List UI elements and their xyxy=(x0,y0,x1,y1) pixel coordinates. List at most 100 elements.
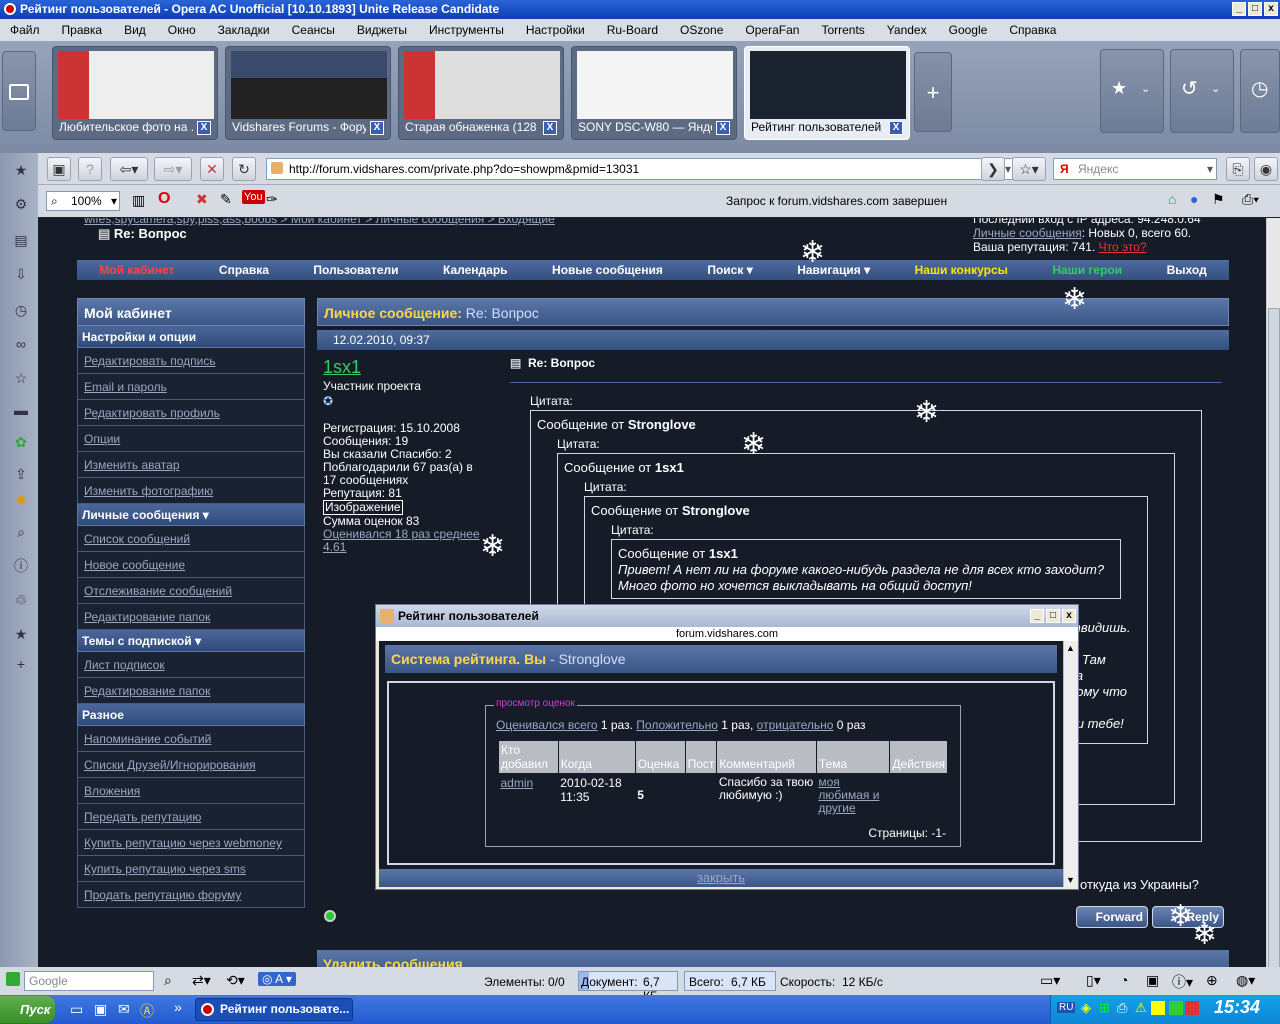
translate-icon[interactable]: ⇄▾ xyxy=(192,972,211,989)
popup-minimize-button[interactable]: _ xyxy=(1030,609,1044,623)
eye-icon[interactable]: ◉ xyxy=(1254,157,1278,181)
images-toggle-icon[interactable]: ▥ xyxy=(132,192,145,209)
sidebar-item-new-message[interactable]: Новое сообщение xyxy=(77,552,305,578)
plugin-panel-icon[interactable]: ✿ xyxy=(10,431,32,453)
minimize-button[interactable]: _ xyxy=(1232,2,1246,16)
language-indicator[interactable]: RU xyxy=(1057,1002,1076,1013)
scroll-down-icon[interactable]: ▼ xyxy=(1066,875,1075,885)
back-button[interactable]: ⇦▾ xyxy=(110,157,148,181)
sidebar-item-buy-rep-sms[interactable]: Купить репутацию через sms xyxy=(77,856,305,882)
star-panel-icon[interactable]: ★ xyxy=(10,623,32,645)
popup-close-button[interactable]: x xyxy=(1062,609,1076,623)
nav-calendar[interactable]: Календарь xyxy=(443,263,508,277)
forward-button[interactable]: Forward xyxy=(1076,906,1148,928)
help-icon[interactable]: ? xyxy=(78,157,102,181)
sidebar-item-attachments[interactable]: Вложения xyxy=(77,778,305,804)
info-panel-icon[interactable]: ⓘ xyxy=(10,555,32,577)
popup-scrollbar[interactable]: ▲ ▼ xyxy=(1063,641,1077,887)
chat-icon[interactable]: ● xyxy=(1190,191,1198,207)
globe-icon[interactable]: ◎ A ▾ xyxy=(258,972,296,986)
search-dropdown-icon[interactable]: ▾ xyxy=(1207,159,1213,179)
user-rated-link[interactable]: Оценивался 18 раз среднее xyxy=(323,528,503,541)
menu-google[interactable]: Google xyxy=(939,23,1000,37)
opera-unite-icon[interactable]: ⚑ xyxy=(1212,191,1225,208)
tray-icon-7[interactable] xyxy=(1185,1001,1199,1015)
tab-close-icon[interactable]: X xyxy=(889,121,903,135)
globe-status-icon[interactable]: ◍▾ xyxy=(1236,972,1255,989)
sidebar-item-change-photo[interactable]: Изменить фотографию xyxy=(77,478,305,504)
tray-icon-5[interactable] xyxy=(1151,1001,1165,1015)
sidebar-item-edit-folders[interactable]: Редактирование папок xyxy=(77,604,305,630)
window-icon[interactable]: ▭▾ xyxy=(1040,972,1060,989)
unite-panel-icon[interactable]: ✹ xyxy=(10,489,32,511)
sidebar-item-track-messages[interactable]: Отслеживание сообщений xyxy=(77,578,305,604)
forward-button[interactable]: ⇨▾ xyxy=(154,157,192,181)
sidebar-item-message-list[interactable]: Список сообщений xyxy=(77,526,305,552)
bookmarks-button[interactable]: ★ ⌄ xyxy=(1100,49,1164,133)
tray-icon-6[interactable] xyxy=(1169,1001,1183,1015)
turbo-icon[interactable]: ◔ xyxy=(1120,972,1128,988)
popup-maximize-button[interactable]: □ xyxy=(1046,609,1060,623)
row-who-link[interactable]: admin xyxy=(501,776,534,790)
menu-widgets[interactable]: Виджеты xyxy=(347,23,419,37)
search-panel-icon[interactable]: ⌕ xyxy=(10,521,32,543)
sidebar-item-change-avatar[interactable]: Изменить аватар xyxy=(77,452,305,478)
taskbar-item-opera[interactable]: Рейтинг пользовате... xyxy=(195,998,353,1021)
tab-close-icon[interactable]: X xyxy=(716,121,730,135)
panel-icon[interactable] xyxy=(6,972,20,986)
menu-view[interactable]: Вид xyxy=(114,23,158,37)
menu-oszone[interactable]: OSzone xyxy=(670,23,735,37)
nav-my-cabinet[interactable]: Мой кабинет xyxy=(99,263,174,277)
block-plugins-icon[interactable]: ✎ xyxy=(220,191,232,208)
go-button[interactable]: ❯ xyxy=(981,157,1005,181)
sidebar-item-buy-rep-webmoney[interactable]: Купить репутацию через webmoney xyxy=(77,830,305,856)
menu-tools[interactable]: Инструменты xyxy=(419,23,516,37)
nav-help[interactable]: Справка xyxy=(219,263,269,277)
home-icon[interactable]: ⌂ xyxy=(1168,191,1176,207)
start-button[interactable]: Пуск xyxy=(0,996,55,1023)
sidebar-item-give-reputation[interactable]: Передать репутацию xyxy=(77,804,305,830)
script-icon[interactable]: ▣ xyxy=(1146,972,1159,989)
sidebar-item-options[interactable]: Опции xyxy=(77,426,305,452)
nav-heroes[interactable]: Наши герои xyxy=(1052,263,1122,277)
row-topic-link[interactable]: моя любимая и другие xyxy=(818,775,879,815)
sidebar-section-private-messages[interactable]: Личные сообщения ▾ xyxy=(77,504,305,526)
nav-logout[interactable]: Выход xyxy=(1167,263,1207,277)
sidebar-item-event-reminders[interactable]: Напоминание событий xyxy=(77,726,305,752)
bookmarks-panel-icon[interactable]: ★ xyxy=(10,159,32,181)
positive-link[interactable]: Положительно xyxy=(636,718,718,732)
sidebar-item-edit-profile[interactable]: Редактировать профиль xyxy=(77,400,305,426)
maximize-button[interactable]: □ xyxy=(1248,2,1262,16)
username-link[interactable]: 1sx1 xyxy=(323,356,503,378)
menu-torrents[interactable]: Torrents xyxy=(811,23,876,37)
reload-icon[interactable]: ↻ xyxy=(232,157,256,181)
zoom-icon[interactable]: ⊕ xyxy=(1206,972,1218,989)
tab-close-icon[interactable]: X xyxy=(543,121,557,135)
save-icon[interactable]: ▣ xyxy=(47,157,71,181)
page-scrollbar[interactable] xyxy=(1266,218,1280,998)
menu-edit[interactable]: Правка xyxy=(52,23,115,37)
tray-icon-3[interactable]: ⎙ xyxy=(1117,1000,1127,1016)
nav-new-posts[interactable]: Новые сообщения xyxy=(552,263,663,277)
sidebar-item-edit-signature[interactable]: Редактировать подпись xyxy=(77,348,305,374)
closed-tabs-button[interactable]: ↺ ⌄ xyxy=(1170,49,1234,133)
nav-search[interactable]: Поиск ▾ xyxy=(707,263,752,277)
tray-icon-1[interactable]: ◈ xyxy=(1081,1000,1091,1016)
links-panel-icon[interactable]: ∞ xyxy=(10,333,32,355)
toolbar-extra-icon[interactable]: ⎘ xyxy=(1226,157,1250,181)
zoom-field[interactable]: ⌕ 100% ▾ xyxy=(46,191,120,211)
sidebar-item-edit-folders-2[interactable]: Редактирование папок xyxy=(77,678,305,704)
opera-o-icon[interactable]: O xyxy=(158,190,170,208)
downloads-panel-icon[interactable]: ⇩ xyxy=(10,263,32,285)
tab-close-icon[interactable]: X xyxy=(197,121,211,135)
breadcrumb[interactable]: wifes,spycamera,spy,piss,ass,boobs > Мой… xyxy=(84,218,555,226)
sidebar-item-friends-ignore[interactable]: Списки Друзей/Игнорирования xyxy=(77,752,305,778)
rated-total-link[interactable]: Оценивался всего xyxy=(496,718,598,732)
bookmark-star-icon[interactable]: ☆▾ xyxy=(1012,157,1046,181)
notes-panel-icon[interactable]: ▤ xyxy=(10,229,32,251)
tab-1[interactable]: Любительское фото на ... X xyxy=(52,46,218,140)
address-field[interactable]: http://forum.vidshares.com/private.php?d… xyxy=(266,158,1014,180)
youtube-icon[interactable]: You xyxy=(242,190,265,204)
share-icon[interactable]: ⟲▾ xyxy=(226,972,245,989)
menu-file[interactable]: Файл xyxy=(0,23,52,37)
